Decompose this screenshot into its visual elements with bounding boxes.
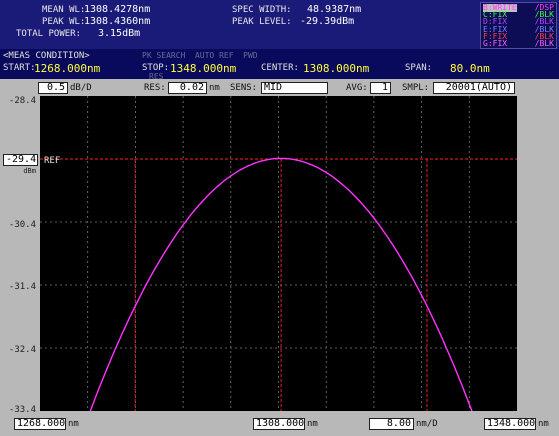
- condition-faint-res: RES: [149, 72, 164, 81]
- sens-field[interactable]: MID: [261, 82, 328, 94]
- condition-faint-menu: PK SEARCH AUTO REF PWD: [142, 51, 258, 60]
- spectrum-plot[interactable]: REF: [40, 96, 517, 414]
- sens-label: SENS:: [230, 83, 258, 93]
- x-center-field[interactable]: 1308.000: [253, 418, 305, 430]
- y-tick-label: -31.4: [8, 282, 36, 292]
- spec-width-label: SPEC WIDTH:: [232, 5, 292, 15]
- stop-value[interactable]: 1348.000nm: [170, 63, 236, 74]
- trace-mode: /BLK: [534, 39, 554, 48]
- ref-tag: REF: [44, 156, 61, 166]
- measurement-condition-bar: <MEAS CONDITION> PK SEARCH AUTO REF PWD …: [0, 49, 559, 81]
- scale-unit: dB/D: [70, 83, 92, 93]
- avg-field[interactable]: 1: [370, 82, 391, 94]
- y-axis-top-label: -28.4: [8, 96, 36, 106]
- smpl-field[interactable]: 20001(AUTO): [433, 82, 515, 94]
- spec-width-value: 48.9387nm: [307, 4, 362, 15]
- span-label: SPAN:: [405, 63, 433, 73]
- span-value[interactable]: 80.0nm: [450, 63, 490, 74]
- smpl-label: SMPL:: [402, 83, 430, 93]
- x-stop-unit: nm: [538, 419, 549, 429]
- res-label: RES:: [144, 83, 166, 93]
- peak-level-value: -29.39dBm: [300, 16, 355, 27]
- y-tick-label: -33.4: [8, 405, 36, 415]
- total-power-label: TOTAL POWER:: [16, 29, 82, 39]
- trace-name: G:FIX: [483, 39, 508, 48]
- ref-level-field[interactable]: -29.4: [3, 154, 38, 166]
- spectrum-graph: [40, 96, 517, 414]
- x-start-field[interactable]: 1268.000: [14, 418, 66, 430]
- mean-wl-label: MEAN WL:: [42, 5, 86, 15]
- start-value[interactable]: 1268.000nm: [34, 63, 100, 74]
- mean-wl-value: 1308.4278nm: [84, 4, 151, 15]
- peak-wl-label: PEAK WL:: [42, 17, 86, 27]
- x-center-unit: nm: [307, 419, 318, 429]
- peak-wl-value: 1308.4360nm: [84, 16, 151, 27]
- ref-unit: dBm: [23, 167, 36, 175]
- x-start-unit: nm: [68, 419, 79, 429]
- x-div-unit: nm/D: [416, 419, 438, 429]
- center-value[interactable]: 1308.000nm: [303, 63, 369, 74]
- start-label: START:: [3, 63, 36, 73]
- peak-level-label: PEAK LEVEL:: [232, 17, 292, 27]
- total-power-value: 3.15dBm: [98, 28, 141, 39]
- condition-title: <MEAS CONDITION>: [3, 51, 90, 61]
- y-tick-label: -32.4: [8, 345, 36, 355]
- scale-field[interactable]: 0.5: [38, 82, 68, 94]
- avg-label: AVG:: [346, 83, 368, 93]
- res-field[interactable]: 0.02: [168, 82, 207, 94]
- center-label: CENTER:: [261, 63, 299, 73]
- res-unit: nm: [209, 83, 220, 93]
- y-tick-label: -30.4: [8, 220, 36, 230]
- measurement-header: MEAN WL: 1308.4278nm PEAK WL: 1308.4360n…: [0, 0, 559, 49]
- trace-status-panel[interactable]: B:WRITE/DSP C:FIX/BLK D:FIX/BLK E:FIX/BLK F:…: [480, 2, 557, 49]
- x-stop-field[interactable]: 1348.000: [484, 418, 536, 430]
- x-div-field[interactable]: 8.00: [369, 418, 414, 430]
